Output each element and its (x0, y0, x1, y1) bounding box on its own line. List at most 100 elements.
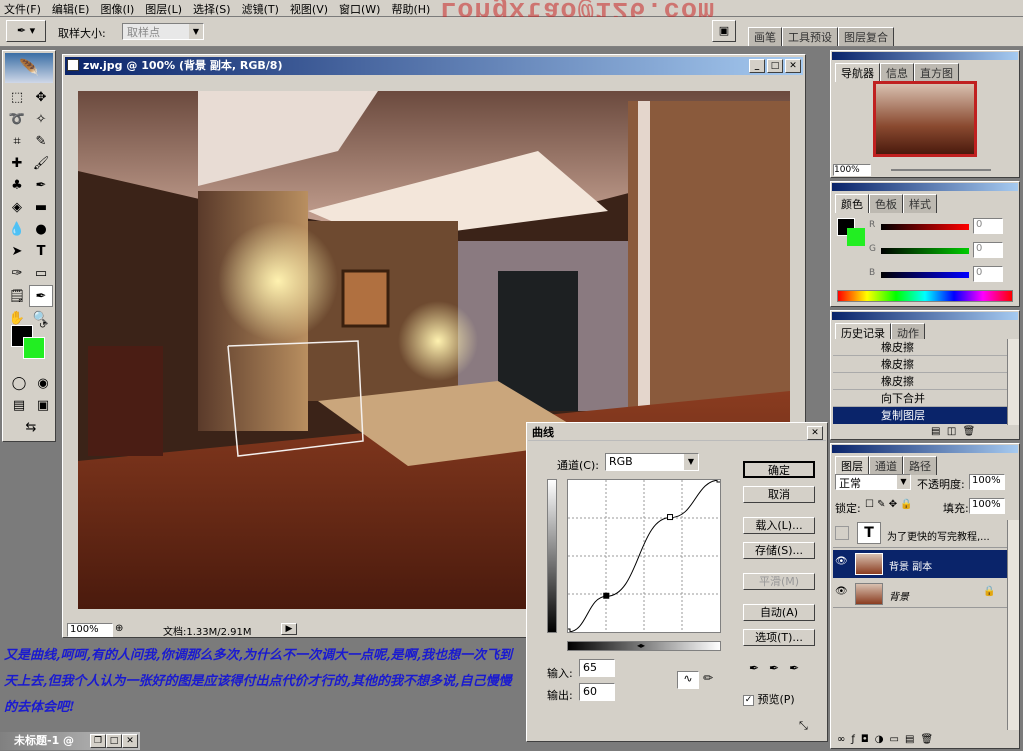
opacity-field[interactable]: 100% (969, 474, 1005, 490)
notes-icon[interactable]: 🗒 (5, 286, 29, 308)
imageready-icon[interactable]: ⇆ (7, 417, 55, 439)
output-field[interactable]: 60 (579, 683, 615, 701)
history-item[interactable]: 向下合并 (833, 390, 1007, 407)
menu-select[interactable]: 选择(S) (193, 3, 231, 16)
menu-view[interactable]: 视图(V) (290, 3, 328, 16)
blur-icon[interactable]: 💧 (5, 219, 29, 241)
zoom-field[interactable]: 100% (67, 623, 113, 637)
eyedropper-icons[interactable]: ✒✒✒ (749, 661, 809, 675)
history-scrollbar[interactable] (1007, 339, 1019, 425)
layer-row-selected[interactable]: 👁 背景 副本 (833, 550, 1007, 578)
input-field[interactable]: 65 (579, 659, 615, 677)
swap-colors-icon[interactable]: ↺ (39, 321, 47, 331)
close-button[interactable]: ✕ (785, 59, 801, 73)
layer-row-text[interactable]: T 为了更快的写完教程,... (833, 520, 1007, 548)
blend-mode-select[interactable]: 正常 ▼ (835, 474, 911, 490)
clone-stamp-icon[interactable]: ♣ (5, 175, 29, 197)
healing-brush-icon[interactable]: ✚ (5, 153, 29, 175)
preview-checkbox[interactable]: ✓ 预览(P) (743, 691, 795, 707)
new-layer-icon[interactable]: ▤ (905, 734, 920, 745)
tab-info[interactable]: 信息 (880, 63, 914, 82)
maximize-button[interactable]: □ (767, 59, 783, 73)
curve-control-point[interactable] (564, 628, 571, 635)
curve-mode-icon[interactable]: ∿ (677, 671, 699, 689)
history-item[interactable]: 橡皮擦 (833, 373, 1007, 390)
tab-color[interactable]: 颜色 (835, 194, 869, 213)
quick-mask-icon[interactable]: ◉ (31, 373, 55, 395)
history-item-selected[interactable]: 复制图层 (833, 407, 1007, 424)
trash-icon[interactable]: 🗑 (963, 426, 976, 437)
menu-window[interactable]: 窗口(W) (339, 3, 380, 16)
crop-icon[interactable]: ⌗ (5, 131, 29, 153)
menu-help[interactable]: 帮助(H) (391, 3, 430, 16)
sample-size-select[interactable]: 取样点 ▼ (122, 23, 204, 40)
slice-icon[interactable]: ✎ (29, 131, 53, 153)
history-item[interactable]: 橡皮擦 (833, 356, 1007, 373)
eye-icon[interactable]: 👁 (835, 586, 848, 597)
brush-icon[interactable]: 🖌 (29, 153, 53, 175)
navigator-zoom-field[interactable]: 100% (833, 164, 871, 176)
new-document-icon[interactable]: ▤ (931, 426, 940, 437)
path-select-icon[interactable]: ➤ (5, 241, 29, 263)
adjustment-icon[interactable]: ◑ (875, 734, 890, 745)
link-icon[interactable]: ∞ (837, 734, 851, 745)
curve-control-point[interactable] (603, 592, 610, 599)
b-value[interactable]: 0 (973, 266, 1003, 282)
max-button[interactable]: □ (106, 734, 122, 748)
restore-button[interactable]: ❐ (90, 734, 106, 748)
g-value[interactable]: 0 (973, 242, 1003, 258)
tab-channels[interactable]: 通道 (869, 456, 903, 475)
color-bg-swatch[interactable] (847, 228, 865, 246)
tab-paths[interactable]: 路径 (903, 456, 937, 475)
visibility-toggle[interactable] (835, 526, 849, 540)
pen-icon[interactable]: ✑ (5, 263, 29, 285)
save-button[interactable]: 存储(S)... (743, 542, 815, 559)
lock-icons[interactable]: ☐ ✎ ✥ 🔒 (865, 499, 913, 510)
full-screen-icon[interactable]: ▣ (31, 395, 55, 417)
tab-brushes[interactable]: 画笔 (748, 27, 782, 46)
minimized-window[interactable]: 未标题-1 @ ❐ □ ✕ (0, 732, 140, 750)
tab-layers[interactable]: 图层 (835, 456, 869, 475)
menu-filter[interactable]: 滤镜(T) (242, 3, 279, 16)
auto-button[interactable]: 自动(A) (743, 604, 815, 621)
menu-layer[interactable]: 图层(L) (145, 3, 182, 16)
tab-navigator[interactable]: 导航器 (835, 63, 880, 82)
eyedropper-icon[interactable]: ✒ (29, 285, 53, 307)
shape-icon[interactable]: ▭ (29, 263, 53, 285)
color-spectrum-bar[interactable] (837, 290, 1013, 302)
screen-mode-icon[interactable]: ▤ (7, 395, 31, 417)
layer-row[interactable]: 👁 背景 🔒 (833, 580, 1007, 608)
eyedropper-tool-preset[interactable]: ✒ ▾ (6, 20, 46, 42)
r-slider[interactable] (881, 224, 969, 230)
marquee-icon[interactable]: ⬚ (5, 87, 29, 109)
palette-well-icon[interactable]: ▣ (712, 20, 736, 42)
menu-edit[interactable]: 编辑(E) (52, 3, 90, 16)
type-icon[interactable]: T (29, 241, 53, 263)
curves-close-button[interactable]: ✕ (807, 426, 823, 440)
gradient-swap-icon[interactable]: ◂▸ (637, 641, 645, 650)
menu-image[interactable]: 图像(I) (100, 3, 134, 16)
tab-styles[interactable]: 样式 (903, 194, 937, 213)
r-value[interactable]: 0 (973, 218, 1003, 234)
ok-button[interactable]: 确定 (743, 461, 815, 478)
navigator-thumbnail[interactable] (873, 81, 977, 157)
curve-control-point[interactable] (716, 476, 723, 483)
fill-field[interactable]: 100% (969, 498, 1005, 514)
move-icon[interactable]: ✥ (29, 87, 53, 109)
zoom-icon-small[interactable]: ⊕ (115, 623, 123, 634)
minimize-button[interactable]: _ (749, 59, 765, 73)
close-min-button[interactable]: ✕ (122, 734, 138, 748)
layers-scrollbar[interactable] (1007, 520, 1019, 730)
history-brush-icon[interactable]: ✒ (29, 175, 53, 197)
load-button[interactable]: 载入(L)... (743, 517, 815, 534)
lasso-icon[interactable]: ➰ (5, 109, 29, 131)
tab-swatches[interactable]: 色板 (869, 194, 903, 213)
history-item[interactable]: 橡皮擦 (833, 339, 1007, 356)
layer-style-icon[interactable]: ƒ (851, 734, 861, 745)
pencil-mode-icon[interactable]: ✏ (703, 671, 713, 685)
expand-icon[interactable]: ⤡ (799, 719, 808, 733)
standard-mode-icon[interactable]: ◯ (7, 373, 31, 395)
gradient-icon[interactable]: ▬ (29, 197, 53, 219)
curve-graph[interactable] (564, 476, 723, 635)
mask-icon[interactable]: ◘ (861, 734, 875, 745)
